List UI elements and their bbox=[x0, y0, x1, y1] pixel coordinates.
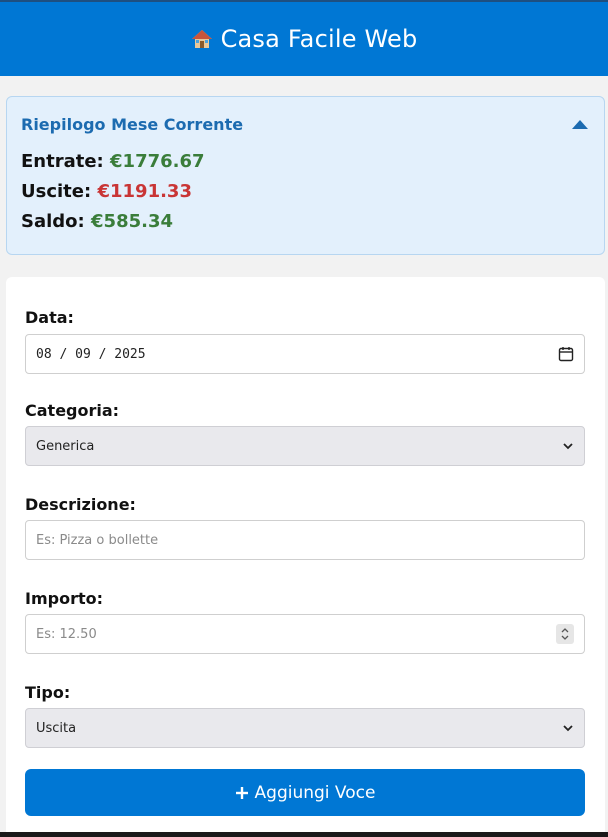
date-input[interactable]: 08 / 09 / 2025 bbox=[25, 334, 585, 374]
calendar-icon[interactable] bbox=[558, 346, 574, 362]
monthly-summary-panel: Riepilogo Mese Corrente Entrate: €1776.6… bbox=[6, 96, 605, 255]
add-entry-label: Aggiungi Voce bbox=[254, 782, 376, 803]
amount-input[interactable]: Es: 12.50 bbox=[25, 614, 585, 654]
caret-up-icon[interactable] bbox=[572, 120, 588, 129]
description-label: Descrizione: bbox=[25, 495, 136, 514]
expense-label: Uscite: bbox=[21, 181, 92, 202]
type-label: Tipo: bbox=[25, 683, 71, 702]
spinner-icon[interactable] bbox=[556, 624, 574, 644]
page: Casa Facile Web Riepilogo Mese Corrente … bbox=[0, 0, 608, 837]
description-input[interactable]: Es: Pizza o bollette bbox=[25, 520, 585, 560]
income-value: €1776.67 bbox=[110, 151, 205, 172]
summary-title: Riepilogo Mese Corrente bbox=[21, 115, 244, 134]
app-title: Casa Facile Web bbox=[220, 25, 418, 53]
balance-line: Saldo: €585.34 bbox=[21, 211, 173, 232]
amount-placeholder: Es: 12.50 bbox=[36, 626, 97, 642]
balance-label: Saldo: bbox=[21, 211, 85, 232]
income-line: Entrate: €1776.67 bbox=[21, 151, 205, 172]
app-header: Casa Facile Web bbox=[0, 2, 608, 76]
income-label: Entrate: bbox=[21, 151, 104, 172]
category-select[interactable]: Generica bbox=[25, 426, 585, 466]
amount-label: Importo: bbox=[25, 589, 103, 608]
category-value: Generica bbox=[36, 438, 95, 454]
chevron-down-icon bbox=[563, 443, 573, 450]
bottom-edge bbox=[0, 832, 608, 837]
balance-value: €585.34 bbox=[91, 211, 173, 232]
date-value: 08 / 09 / 2025 bbox=[36, 346, 146, 362]
description-placeholder: Es: Pizza o bollette bbox=[36, 532, 159, 548]
type-select[interactable]: Uscita bbox=[25, 708, 585, 748]
category-label: Categoria: bbox=[25, 401, 120, 420]
entry-form: Data: 08 / 09 / 2025 Categoria: Generica… bbox=[6, 277, 605, 837]
house-icon bbox=[191, 30, 212, 48]
chevron-down-icon bbox=[563, 725, 573, 732]
expense-value: €1191.33 bbox=[97, 181, 192, 202]
expense-line: Uscite: €1191.33 bbox=[21, 181, 192, 202]
plus-icon bbox=[235, 786, 248, 799]
add-entry-button[interactable]: Aggiungi Voce bbox=[25, 769, 585, 816]
type-value: Uscita bbox=[36, 720, 77, 736]
date-label: Data: bbox=[25, 308, 74, 327]
